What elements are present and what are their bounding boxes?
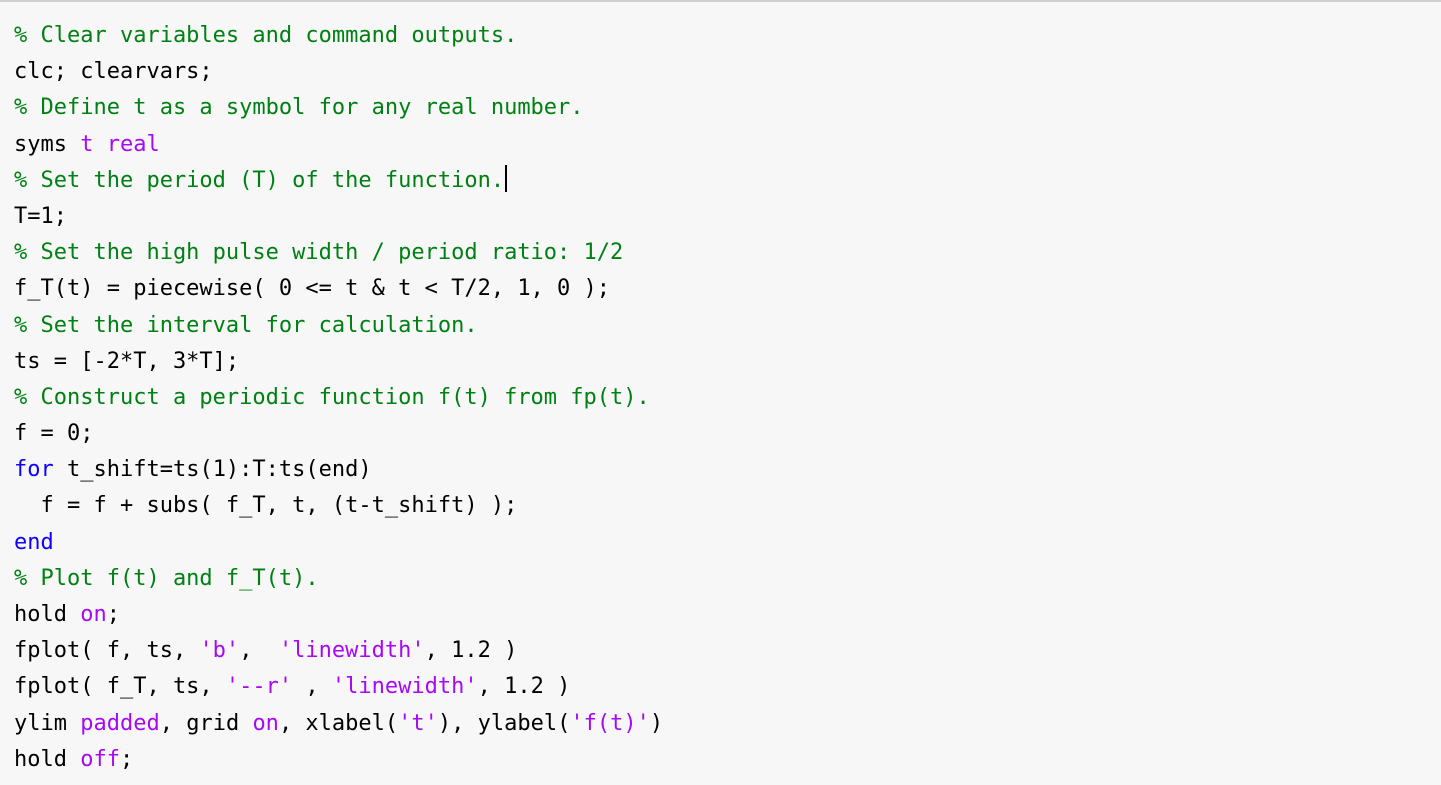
code-string: on [252,710,279,736]
code-keyword: for [14,457,54,483]
code-line[interactable]: clc; clearvars; [14,54,663,90]
code-comment: % Plot f(t) and f_T(t). [14,565,319,591]
code-text: , grid [159,710,253,736]
code-text: ts = [-2*T, 3*T]; [14,348,240,374]
code-text: clc; clearvars; [14,59,213,85]
code-comment: % Set the period (T) of the function. [14,167,505,193]
code-text: ylim [14,710,81,736]
code-text: fplot( f, ts, [14,638,200,664]
code-string: 'linewidth' [278,638,425,664]
code-string: '--r' [225,674,293,700]
code-line[interactable]: % Set the period (T) of the function. [14,163,663,199]
code-line[interactable]: end [14,525,663,561]
code-comment: % Construct a periodic function f(t) fro… [14,384,650,410]
code-string: padded [80,710,160,736]
code-line[interactable]: % Define t as a symbol for any real numb… [14,90,663,126]
code-line[interactable]: f_T(t) = piecewise( 0 <= t & t < T/2, 1,… [14,271,663,307]
code-text: ; [106,602,120,627]
code-string: on [80,602,107,627]
code-line[interactable]: hold off; [14,742,663,778]
code-text: hold [14,746,81,772]
code-text: t_shift=ts(1):T:ts(end) [53,457,372,483]
code-editor[interactable]: % Clear variables and command outputs. cl… [0,0,1441,785]
code-comment: % Define t as a symbol for any real numb… [14,95,584,121]
code-keyword: end [14,529,54,555]
code-line[interactable]: fplot( f_T, ts, '--r' , 'linewidth', 1.2… [14,669,663,705]
code-string: 't' [398,710,438,736]
code-string: 'f(t)' [570,710,650,736]
code-line[interactable]: ylim padded, grid on, xlabel('t'), ylabe… [14,706,663,742]
code-line[interactable]: % Set the interval for calculation. [14,308,663,344]
code-text: ), ylabel( [437,710,571,736]
code-string: 'b' [199,638,240,664]
code-comment: % Set the interval for calculation. [14,312,478,338]
code-text: , 1.2 ) [424,638,518,664]
code-string: 'linewidth' [331,674,478,700]
code-text: hold [14,602,81,627]
code-text: f = f + subs( f_T, t, (t-t_shift) ); [14,493,518,519]
code-line[interactable]: % Plot f(t) and f_T(t). [14,561,663,597]
code-text: T=1; [14,203,67,229]
code-text: , xlabel( [278,710,399,736]
code-area[interactable]: % Clear variables and command outputs. cl… [14,18,663,778]
code-text: , [239,638,279,664]
code-line[interactable]: ts = [-2*T, 3*T]; [14,344,663,380]
code-text: f_T(t) = piecewise( 0 <= t & t < T/2, 1,… [14,276,611,302]
code-string: t real [80,131,160,157]
code-line[interactable]: % Construct a periodic function f(t) fro… [14,380,663,416]
code-line[interactable]: fplot( f, ts, 'b', 'linewidth', 1.2 ) [14,633,663,669]
code-text: syms [14,131,81,157]
code-line[interactable]: hold on; [14,597,663,633]
code-line[interactable]: for t_shift=ts(1):T:ts(end) [14,452,663,488]
text-cursor [505,164,507,192]
code-line[interactable]: syms t real [14,127,663,163]
code-line[interactable]: f = 0; [14,416,663,452]
code-comment: % Clear variables and command outputs. [14,23,518,48]
code-text: ) [649,710,664,736]
code-text: , 1.2 ) [477,674,571,700]
code-line[interactable]: T=1; [14,199,663,235]
code-comment: % Set the high pulse width / period rati… [14,240,624,266]
code-text: , [292,674,332,700]
code-line[interactable]: % Clear variables and command outputs. [14,18,663,54]
code-line[interactable]: % Set the high pulse width / period rati… [14,235,663,271]
code-line[interactable]: f = f + subs( f_T, t, (t-t_shift) ); [14,488,663,524]
code-text: f = 0; [14,421,94,447]
code-text: fplot( f_T, ts, [14,674,226,700]
code-text: ; [119,746,134,772]
code-string: off [80,746,120,772]
